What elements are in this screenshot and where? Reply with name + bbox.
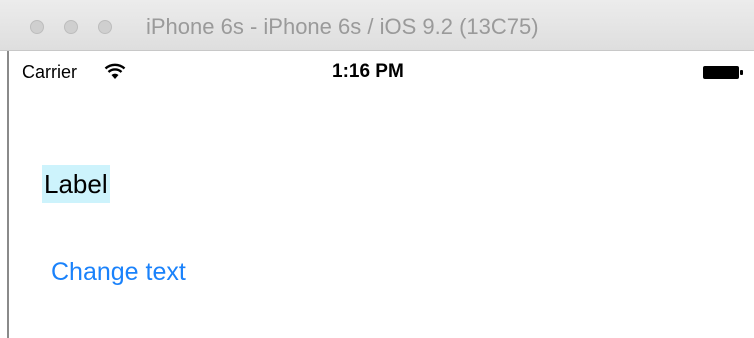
zoom-window-button[interactable]: [98, 20, 112, 34]
battery-icon: [703, 66, 743, 79]
change-text-button[interactable]: Change text: [51, 256, 186, 288]
close-window-button[interactable]: [30, 20, 44, 34]
minimize-window-button[interactable]: [64, 20, 78, 34]
carrier-name: Carrier: [22, 62, 78, 82]
status-bar: Carrier 1:16 PM: [9, 51, 754, 91]
status-time: 1:16 PM: [332, 61, 404, 82]
window-title: iPhone 6s - iPhone 6s / iOS 9.2 (13C75): [146, 14, 539, 39]
wifi-icon: [104, 63, 126, 79]
simulator-window: iPhone 6s - iPhone 6s / iOS 9.2 (13C75) …: [0, 0, 754, 338]
window-titlebar: iPhone 6s - iPhone 6s / iOS 9.2 (13C75): [0, 0, 754, 51]
text-label: Label: [42, 165, 110, 203]
device-screen: Carrier 1:16 PM Label Change text: [7, 51, 754, 338]
